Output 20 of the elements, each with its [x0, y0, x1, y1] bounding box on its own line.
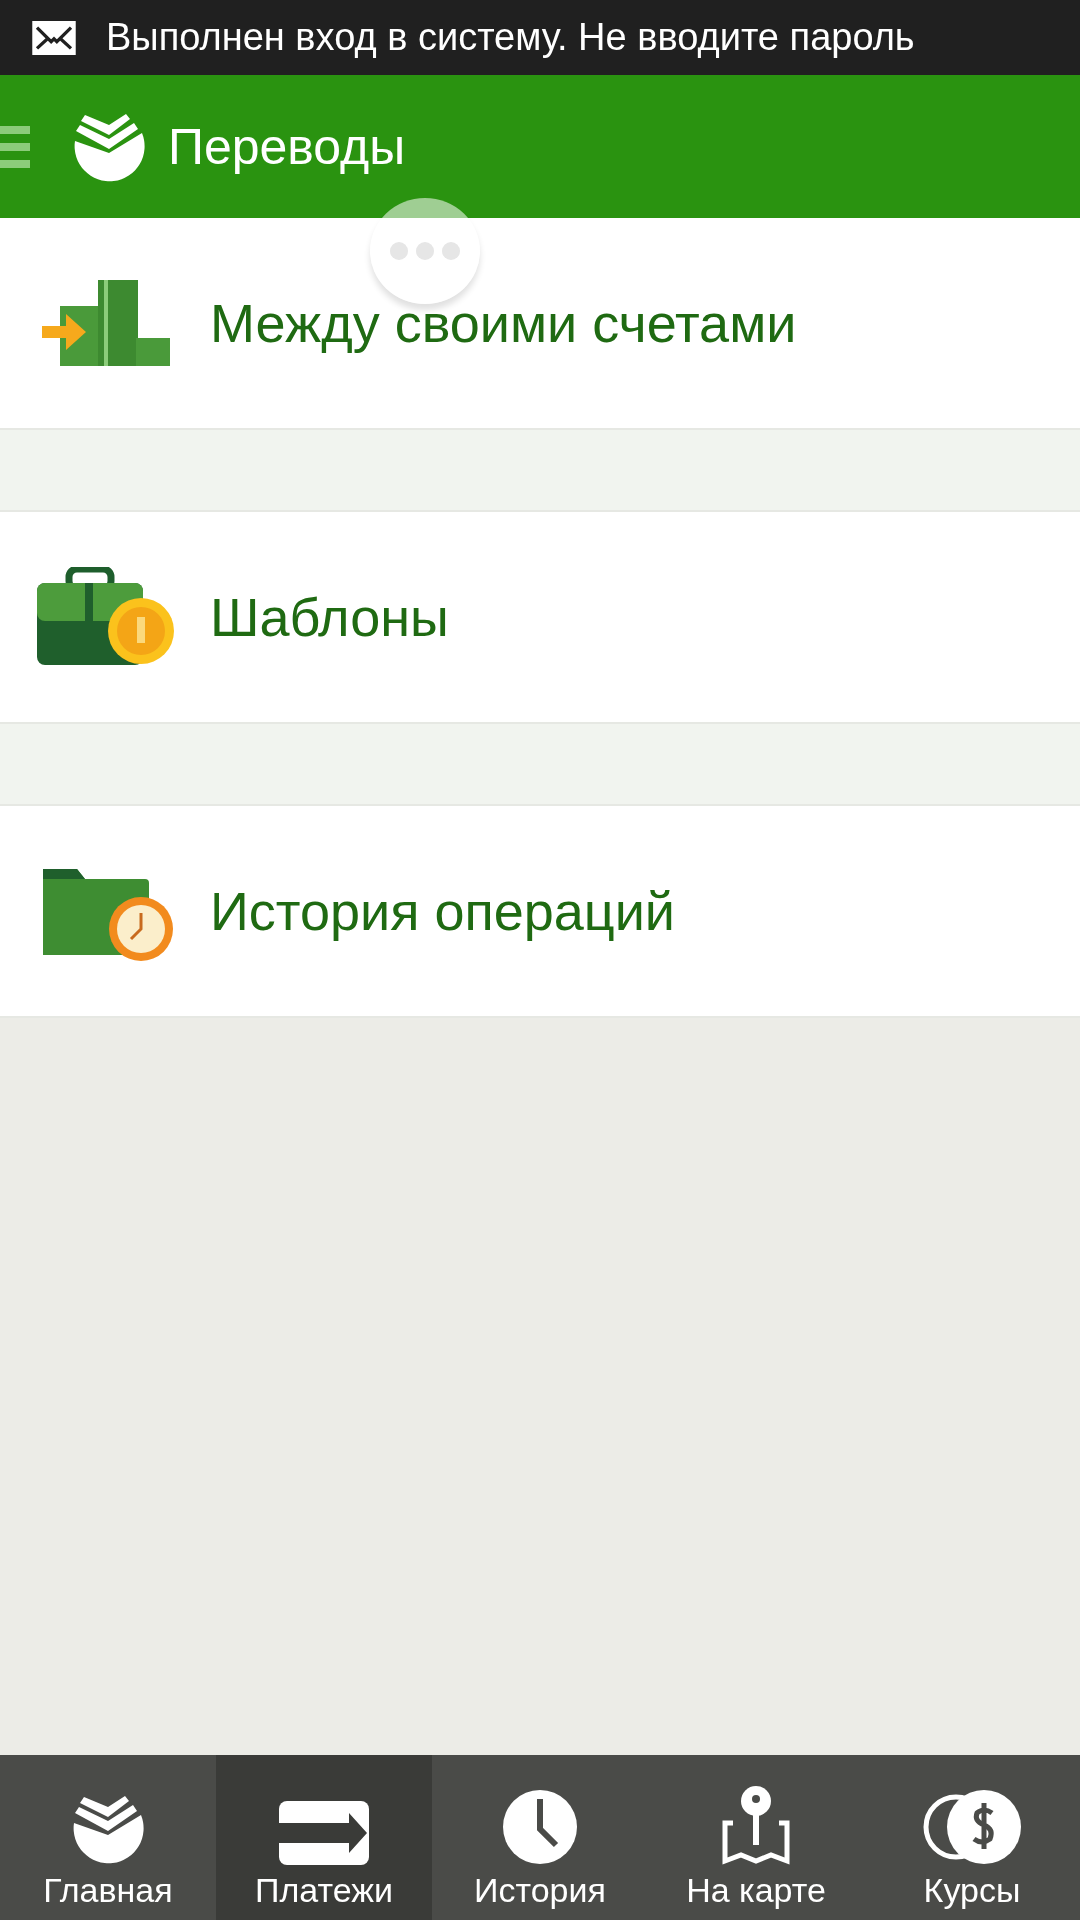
notification-text: Выполнен вход в систему. Не вводите пароль	[106, 16, 915, 59]
currency-icon	[922, 1789, 1022, 1865]
menu-item[interactable]: Между своими счетами	[0, 218, 1080, 430]
nav-tab[interactable]: История	[432, 1755, 648, 1920]
nav-tab[interactable]: Платежи	[216, 1755, 432, 1920]
page-title: Переводы	[168, 117, 406, 176]
logo-icon	[71, 1793, 145, 1865]
nav-tab[interactable]: Главная	[0, 1755, 216, 1920]
menu-icon[interactable]	[0, 125, 30, 168]
menu-item[interactable]: История операций	[0, 806, 1080, 1018]
menu-item-label: История операций	[210, 880, 676, 942]
briefcase-coin-icon	[35, 567, 175, 667]
clock-icon	[502, 1789, 578, 1865]
envelope-icon	[32, 20, 76, 55]
money-stack-icon	[40, 278, 170, 368]
menu-item-label: Между своими счетами	[210, 292, 797, 354]
nav-tab[interactable]: На карте	[648, 1755, 864, 1920]
nav-tab[interactable]: Курсы	[864, 1755, 1080, 1920]
menu-item[interactable]: Шаблоны	[0, 512, 1080, 724]
menu-item-label: Шаблоны	[210, 586, 449, 648]
